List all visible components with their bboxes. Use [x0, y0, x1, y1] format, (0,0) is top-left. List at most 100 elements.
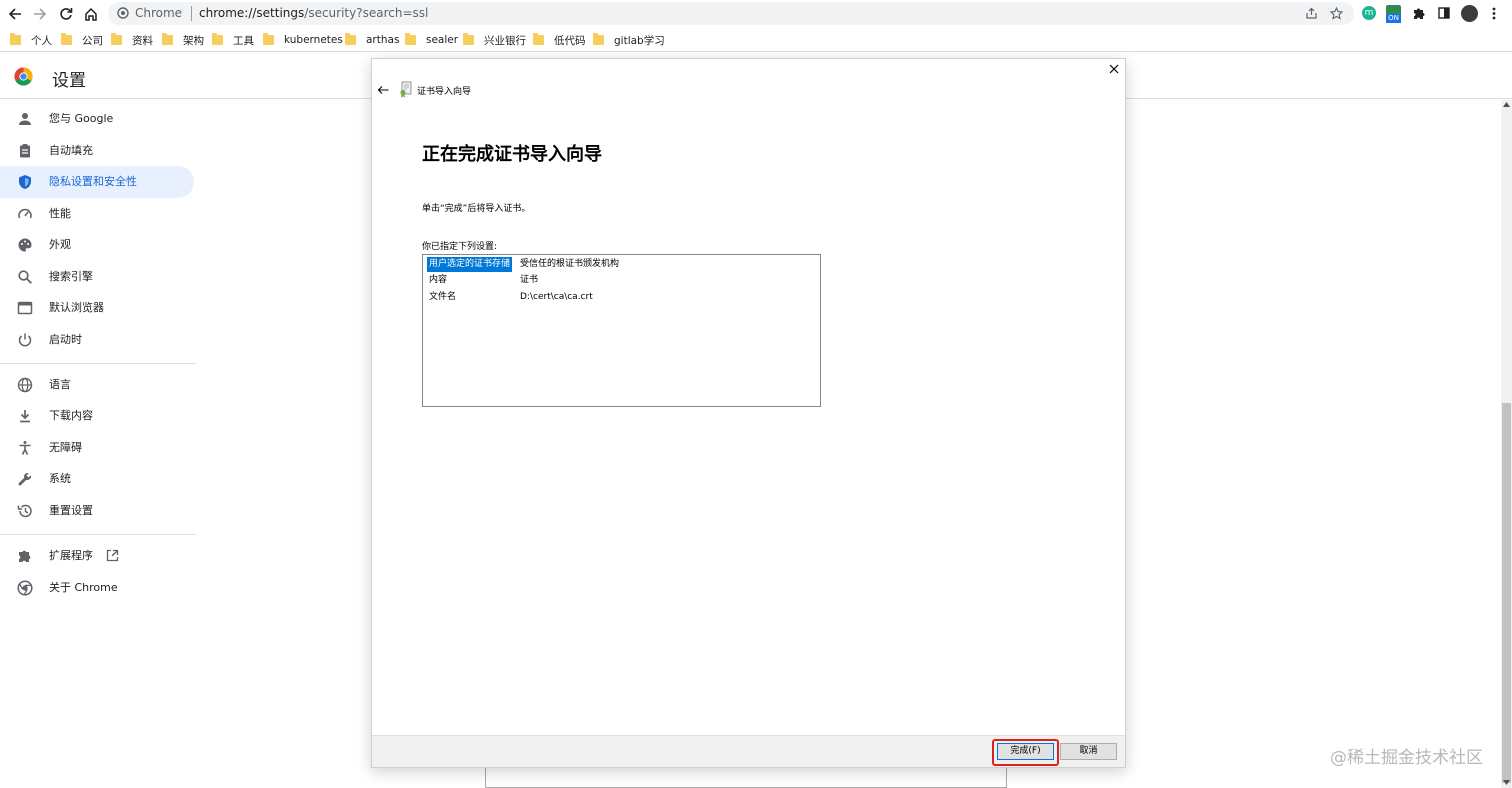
list-item-key: 内容 — [429, 275, 448, 285]
bookmark-folder[interactable]: kubernetes — [263, 32, 343, 48]
wizard-heading: 正在完成证书导入向导 — [422, 144, 602, 165]
settings-summary-list[interactable]: 用户选定的证书存储 受信任的根证书颁发机构 内容 证书 文件名 D:\cert\… — [422, 254, 821, 407]
speedometer-icon — [18, 208, 32, 219]
sidebar-item-label: 性能 — [49, 207, 71, 220]
dialog-window-title: 证书导入向导 — [417, 87, 472, 97]
bookmark-label: arthas — [366, 34, 400, 46]
finish-button[interactable]: 完成(F) — [997, 743, 1054, 760]
dialog-footer: 完成(F) 取消 — [372, 735, 1125, 767]
sidebar-item-reset[interactable]: 重置设置 — [0, 495, 194, 527]
omnibox-separator — [191, 6, 192, 21]
cancel-button[interactable]: 取消 — [1060, 743, 1117, 760]
content-border — [485, 768, 486, 788]
url-text[interactable]: chrome://settings/security?search=ssl — [199, 6, 428, 21]
sidebar-item-label: 外观 — [49, 238, 71, 251]
home-button[interactable] — [81, 4, 101, 24]
list-item-value: 证书 — [520, 275, 539, 285]
profile-avatar[interactable] — [1461, 5, 1478, 22]
sidebar-item-you-and-google[interactable]: 您与 Google — [0, 103, 194, 135]
bookmark-label: 低代码 — [554, 34, 586, 47]
sidebar-item-search-engine[interactable]: 搜索引擎 — [0, 261, 194, 293]
bookmark-folder[interactable]: arthas — [345, 32, 399, 48]
bookmark-star-icon[interactable] — [1330, 7, 1343, 20]
bookmark-folder[interactable]: gitlab学习 — [593, 32, 665, 48]
bookmark-label: sealer — [426, 34, 459, 46]
sidebar-item-appearance[interactable]: 外观 — [0, 229, 194, 261]
menu-kebab-icon[interactable] — [1492, 7, 1496, 20]
list-item-key: 文件名 — [429, 292, 457, 302]
folder-icon — [212, 33, 223, 45]
puzzle-icon[interactable] — [1412, 7, 1425, 20]
sidebar-item-autofill[interactable]: 自动填充 — [0, 135, 194, 167]
share-icon[interactable] — [1305, 7, 1318, 20]
bookmark-folder[interactable]: 工具 — [212, 32, 254, 48]
arrow-right-icon — [34, 8, 47, 20]
arrow-left-icon — [8, 8, 21, 20]
back-arrow-icon[interactable] — [377, 85, 389, 95]
bookmark-folder[interactable]: 兴业银行 — [463, 32, 526, 48]
shield-icon — [19, 175, 31, 189]
bookmark-label: 个人 — [31, 34, 52, 47]
close-icon[interactable] — [1109, 64, 1119, 74]
reload-icon — [60, 8, 73, 20]
search-icon — [18, 270, 32, 284]
home-icon — [85, 7, 97, 21]
list-item[interactable]: 用户选定的证书存储 受信任的根证书颁发机构 — [427, 257, 817, 272]
sidebar-item-on-startup[interactable]: 启动时 — [0, 324, 194, 356]
folder-icon — [405, 33, 416, 45]
sidebar-item-privacy-security[interactable]: 隐私设置和安全性 — [0, 166, 194, 198]
sidebar-item-label: 语言 — [49, 378, 71, 391]
extension-m-icon[interactable]: m — [1362, 6, 1376, 20]
extension-on-icon[interactable]: ON — [1386, 5, 1401, 23]
scroll-up-arrow-icon[interactable] — [1503, 102, 1510, 107]
wrench-icon — [18, 472, 32, 486]
folder-icon — [10, 33, 21, 45]
bookmark-folder[interactable]: 个人 — [10, 32, 52, 48]
page-scrollbar[interactable] — [1501, 100, 1512, 788]
download-icon — [20, 410, 30, 423]
forward-button[interactable] — [30, 4, 50, 24]
bookmark-folder[interactable]: 资料 — [111, 32, 153, 48]
scroll-down-arrow-icon[interactable] — [1503, 780, 1510, 785]
address-bar[interactable]: Chrome chrome://settings/security?search… — [108, 2, 1354, 25]
sidebar-item-about-chrome[interactable]: 关于 Chrome — [0, 572, 194, 604]
folder-icon — [162, 33, 173, 45]
sidebar-item-label: 扩展程序 — [49, 549, 93, 562]
scrollbar-thumb[interactable] — [1502, 403, 1511, 783]
folder-icon — [593, 33, 604, 45]
side-panel-icon[interactable] — [1438, 7, 1450, 19]
settings-summary-label: 你已指定下列设置: — [422, 242, 498, 252]
url-path: /security?search=ssl — [304, 6, 429, 20]
folder-icon — [463, 33, 474, 45]
list-item-value: D:\cert\ca\ca.crt — [520, 292, 593, 302]
wizard-instruction: 单击“完成”后将导入证书。 — [422, 204, 531, 214]
bookmark-folder[interactable]: 低代码 — [533, 32, 586, 48]
back-button[interactable] — [5, 4, 25, 24]
sidebar-item-downloads[interactable]: 下载内容 — [0, 400, 194, 432]
list-item[interactable]: 内容 证书 — [427, 273, 817, 288]
sidebar-divider — [0, 534, 196, 535]
list-item[interactable]: 文件名 D:\cert\ca\ca.crt — [427, 290, 817, 305]
folder-icon — [111, 33, 122, 45]
sidebar-item-label: 您与 Google — [49, 112, 114, 125]
sidebar-item-label: 重置设置 — [49, 504, 93, 517]
sidebar-item-default-browser[interactable]: 默认浏览器 — [0, 292, 194, 324]
open-in-new-icon — [106, 549, 119, 562]
sidebar-item-label: 默认浏览器 — [49, 301, 104, 314]
list-item-key: 用户选定的证书存储 — [427, 257, 513, 272]
sidebar-item-label: 启动时 — [49, 333, 82, 346]
reload-button[interactable] — [56, 4, 76, 24]
bookmark-label: 兴业银行 — [484, 34, 526, 47]
puzzle-icon — [19, 550, 31, 562]
sidebar-item-extensions[interactable]: 扩展程序 — [0, 540, 194, 572]
bookmark-label: 资料 — [132, 34, 153, 47]
bookmark-folder[interactable]: 架构 — [162, 32, 204, 48]
bookmark-folder[interactable]: 公司 — [61, 32, 103, 48]
sidebar-item-accessibility[interactable]: 无障碍 — [0, 432, 194, 464]
sidebar-item-languages[interactable]: 语言 — [0, 369, 194, 401]
sidebar-item-system[interactable]: 系统 — [0, 463, 194, 495]
sidebar-item-performance[interactable]: 性能 — [0, 198, 194, 230]
site-chip: Chrome — [135, 6, 183, 20]
bookmark-folder[interactable]: sealer — [405, 32, 458, 48]
page-title: 设置 — [52, 71, 86, 91]
